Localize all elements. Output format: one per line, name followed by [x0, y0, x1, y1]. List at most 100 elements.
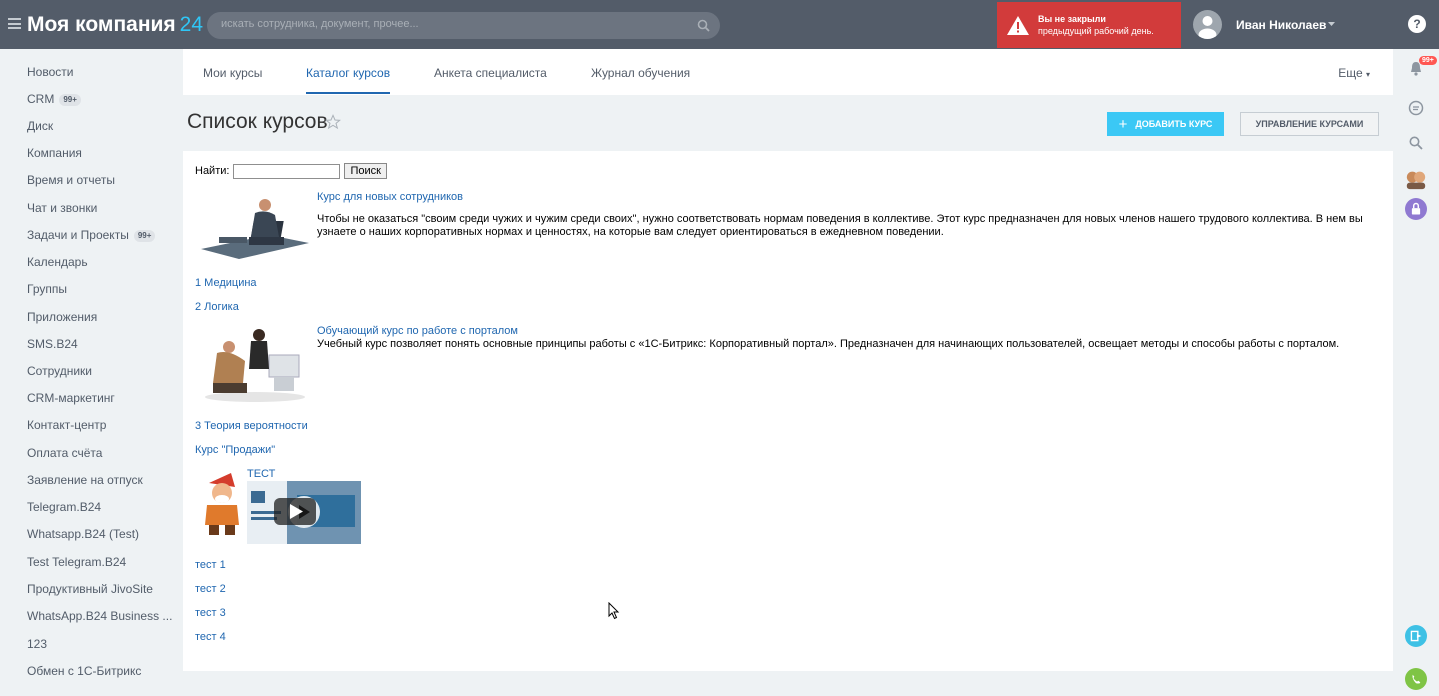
global-search	[207, 12, 720, 39]
sidebar-item-label: Компания	[27, 146, 82, 160]
search-icon[interactable]	[1405, 132, 1427, 154]
sidebar-item-label: Новости	[27, 65, 74, 79]
tabs-bar: Мои курсы Каталог курсов Анкета специали…	[183, 49, 1393, 95]
chat-icon[interactable]	[1405, 97, 1427, 119]
sidebar-item-news[interactable]: Новости	[27, 63, 73, 81]
course-link[interactable]: тест 4	[195, 631, 226, 643]
sidebar-item-label: WhatsApp.B24 Business ...	[27, 609, 173, 623]
sidebar-item-whatsapp-business[interactable]: WhatsApp.B24 Business ...	[27, 607, 172, 625]
course-list-panel: Найти: Поиск Курс для новых сотрудников …	[183, 151, 1393, 671]
tab-specialist-form[interactable]: Анкета специалиста	[434, 66, 547, 80]
user-name: Иван Николаев	[1236, 18, 1327, 32]
sidebar-item-label: Чат и звонки	[27, 201, 98, 215]
sidebar-item-label: 123	[27, 637, 48, 651]
add-course-button[interactable]: + ДОБАВИТЬ КУРС	[1107, 112, 1224, 136]
sidebar-item-chat-calls[interactable]: Чат и звонки	[27, 199, 97, 217]
tab-my-courses[interactable]: Мои курсы	[203, 66, 262, 80]
sidebar-item-invoice-payment[interactable]: Оплата счёта	[27, 444, 102, 462]
course-thumbnail[interactable]	[199, 327, 312, 403]
sidebar-item-label: SMS.B24	[27, 337, 78, 351]
sidebar-item-label: Telegram.B24	[27, 500, 102, 514]
course-search-input[interactable]	[233, 163, 341, 179]
workday-alert[interactable]: Вы не закрыли предыдущий рабочий день.	[997, 2, 1181, 48]
exit-icon[interactable]	[1405, 625, 1427, 647]
sidebar-item-vacation-request[interactable]: Заявление на отпуск	[27, 471, 143, 489]
sidebar-item-label: Whatsapp.B24 (Test)	[27, 527, 140, 541]
more-tabs-button[interactable]: Еще ▾	[1338, 66, 1370, 80]
sidebar-item-label: CRM-маркетинг	[27, 391, 115, 405]
page-title: Список курсов	[187, 110, 328, 133]
sidebar-item-label: Обмен с 1С-Битрикс	[27, 664, 142, 678]
help-button[interactable]: ?	[1408, 15, 1426, 33]
tab-course-catalog[interactable]: Каталог курсов	[306, 66, 391, 94]
left-menu: Новости CRM 99+ Диск Компания Время и отч…	[0, 49, 183, 696]
course-thumbnail[interactable]	[199, 191, 312, 261]
sidebar-item-jivosite[interactable]: Продуктивный JivoSite	[27, 580, 153, 598]
sidebar-item-tasks-projects[interactable]: Задачи и Проекты 99+	[27, 226, 156, 244]
sidebar-item-employees[interactable]: Сотрудники	[27, 362, 92, 380]
sidebar-item-label: Продуктивный JivoSite	[27, 582, 153, 596]
tab-learning-journal[interactable]: Журнал обучения	[591, 66, 690, 80]
course-link[interactable]: тест 2	[195, 583, 226, 595]
sidebar-item-contact-center[interactable]: Контакт-центр	[27, 416, 106, 434]
sidebar-item-apps[interactable]: Приложения	[27, 308, 97, 326]
course-description: Учебный курс позволяет понять основные п…	[317, 338, 1340, 350]
find-label: Найти:	[195, 165, 230, 177]
alert-line-1: Вы не закрыли	[1038, 14, 1106, 24]
search-button[interactable]: Поиск	[344, 163, 387, 179]
course-search-form: Найти: Поиск	[195, 163, 387, 179]
counter-badge: 99+	[133, 230, 156, 242]
star-icon[interactable]	[325, 114, 341, 130]
menu-icon[interactable]	[8, 18, 21, 29]
course-link[interactable]: 3 Теория вероятности	[195, 420, 308, 432]
course-link[interactable]: Курс "Продажи"	[195, 444, 275, 456]
phone-icon[interactable]	[1405, 668, 1427, 690]
logo[interactable]: Моя компания 24	[27, 13, 203, 37]
sidebar-item-groups[interactable]: Группы	[27, 280, 67, 298]
plus-icon: +	[1118, 115, 1128, 133]
sidebar-item-time-reports[interactable]: Время и отчеты	[27, 171, 115, 189]
sidebar-item-123[interactable]: 123	[27, 635, 47, 653]
search-icon[interactable]	[697, 19, 710, 32]
top-bar: Моя компания24 Вы не закрыли предыдущий р…	[0, 0, 1393, 49]
sidebar-item-crm[interactable]: CRM 99+	[27, 90, 81, 108]
sidebar-item-disk[interactable]: Диск	[27, 117, 53, 135]
sidebar-item-label: Календарь	[27, 255, 88, 269]
course-link[interactable]: тест 3	[195, 607, 226, 619]
sidebar-item-label: Группы	[27, 282, 67, 296]
more-label: Еще	[1338, 66, 1363, 80]
course-title-link[interactable]: ТЕСТ	[247, 468, 275, 480]
sidebar-item-crm-marketing[interactable]: CRM-маркетинг	[27, 389, 115, 407]
course-title-link[interactable]: Курс для новых сотрудников	[317, 191, 463, 203]
search-input[interactable]	[221, 18, 691, 30]
chevron-down-icon: ▾	[1365, 70, 1370, 79]
sidebar-item-sms[interactable]: SMS.B24	[27, 335, 78, 353]
manage-courses-button[interactable]: УПРАВЛЕНИЕ КУРСАМИ	[1240, 112, 1379, 136]
sidebar-item-test-telegram[interactable]: Test Telegram.B24	[27, 553, 126, 571]
video-preview[interactable]	[247, 481, 361, 544]
sidebar-item-whatsapp-test[interactable]: Whatsapp.B24 (Test)	[27, 525, 139, 543]
sidebar-item-label: Диск	[27, 119, 54, 133]
sidebar-item-calendar[interactable]: Календарь	[27, 253, 88, 271]
course-link[interactable]: 1 Медицина	[195, 277, 257, 289]
contacts-avatar-icon[interactable]	[1405, 168, 1427, 190]
logo-text: Моя компания	[27, 13, 176, 36]
sidebar-item-bitrix-exchange[interactable]: Обмен с 1С-Битрикс	[27, 662, 141, 680]
sidebar-item-label: Время и отчеты	[27, 173, 116, 187]
sidebar-item-label: Контакт-центр	[27, 418, 107, 432]
course-link[interactable]: тест 1	[195, 559, 226, 571]
sidebar-item-label: Задачи и Проекты	[27, 228, 129, 242]
sidebar-item-label: Приложения	[27, 310, 98, 324]
sidebar-item-telegram[interactable]: Telegram.B24	[27, 498, 101, 516]
course-link[interactable]: 2 Логика	[195, 301, 239, 313]
sidebar-item-label: Заявление на отпуск	[27, 473, 143, 487]
logo-number: 24	[179, 13, 204, 36]
course-description: Чтобы не оказаться "своим среди чужих и …	[317, 213, 1363, 238]
sidebar-item-company[interactable]: Компания	[27, 144, 82, 162]
lock-icon[interactable]	[1405, 198, 1427, 220]
course-thumbnail[interactable]	[199, 471, 245, 539]
avatar[interactable]	[1193, 10, 1222, 39]
alert-line-2: предыдущий рабочий день.	[1038, 26, 1154, 36]
course-title-link[interactable]: Обучающий курс по работе с порталом	[317, 325, 518, 337]
right-toolbar: ?	[1393, 0, 1439, 696]
